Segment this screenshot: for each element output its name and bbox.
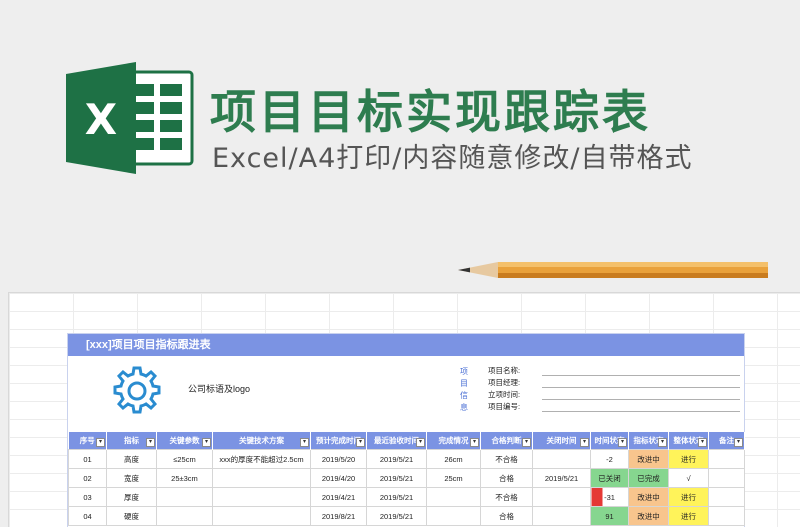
- filter-dropdown-icon: ▾: [146, 438, 155, 447]
- col-header[interactable]: 合格判断 ▾: [480, 432, 533, 450]
- table-row: 02 宽度 25±3cm 2019/4/20 2019/5/21 25cm 合格…: [68, 468, 745, 488]
- filter-dropdown-icon: ▾: [522, 438, 531, 447]
- col-header[interactable]: 序号 ▾: [68, 432, 107, 450]
- info-project-manager: 项目经理:: [488, 376, 740, 388]
- gear-icon: [113, 366, 161, 414]
- pencil-icon: [458, 262, 768, 278]
- col-header[interactable]: 关键技术方案 ▾: [212, 432, 311, 450]
- info-project-name: 项目名称:: [488, 364, 740, 376]
- page-subtitle: Excel/A4打印/内容随意修改/自带格式: [212, 143, 693, 174]
- tracking-table-card: [xxx]项目项目指标跟进表 公司标语及logo 项 目 信 息 项目名称: 项…: [67, 333, 745, 527]
- filter-dropdown-icon: ▾: [698, 438, 707, 447]
- page-title: 项目目标实现跟踪表: [210, 85, 651, 139]
- tracking-table: 序号 ▾ 指标 ▾ 关键参数 ▾ 关键技术方案 ▾ 预计完成时间 ▾ 最近验收时间 ▾ 完成…: [68, 432, 745, 526]
- col-header[interactable]: 完成情况 ▾: [426, 432, 481, 450]
- filter-dropdown-icon: ▾: [416, 438, 425, 447]
- filter-dropdown-icon: ▾: [96, 438, 105, 447]
- table-row: 01 高度 ≤25cm xxx的厚度不能超过2.5cm 2019/5/20 20…: [68, 449, 745, 469]
- col-header[interactable]: 时间状态 ▾: [590, 432, 629, 450]
- filter-dropdown-icon: ▾: [618, 438, 627, 447]
- filter-dropdown-icon: ▾: [734, 438, 743, 447]
- col-header[interactable]: 关闭时间 ▾: [532, 432, 591, 450]
- col-header[interactable]: 指标 ▾: [106, 432, 157, 450]
- excel-logo-icon: X: [66, 62, 194, 174]
- filter-dropdown-icon: ▾: [658, 438, 667, 447]
- table-row: 04 硬度 2019/8/21 2019/5/21 合格 91 改进中 进行: [68, 506, 745, 526]
- col-header[interactable]: 指标状态 ▾: [628, 432, 669, 450]
- col-header[interactable]: 备注 ▾: [708, 432, 745, 450]
- filter-dropdown-icon: ▾: [202, 438, 211, 447]
- col-header[interactable]: 最近验收时间 ▾: [366, 432, 427, 450]
- logo-letter: X: [85, 95, 117, 144]
- col-header[interactable]: 整体状态 ▾: [668, 432, 709, 450]
- col-header[interactable]: 关键参数 ▾: [156, 432, 213, 450]
- info-project-number: 项目编号:: [488, 400, 740, 412]
- table-row: 03 厚度 2019/4/21 2019/5/21 不合格 -31 改进中 进行: [68, 487, 745, 507]
- brand-text: 公司标语及logo: [188, 384, 251, 394]
- filter-dropdown-icon: ▾: [470, 438, 479, 447]
- table-header-row: 序号 ▾ 指标 ▾ 关键参数 ▾ 关键技术方案 ▾ 预计完成时间 ▾ 最近验收时间 ▾ 完成…: [68, 432, 745, 450]
- table-header-title: [xxx]项目项目指标跟进表: [68, 334, 744, 356]
- col-header[interactable]: 预计完成时间 ▾: [310, 432, 367, 450]
- filter-dropdown-icon: ▾: [580, 438, 589, 447]
- info-start-date: 立项时间:: [488, 388, 740, 400]
- filter-dropdown-icon: ▾: [300, 438, 309, 447]
- project-info-label: 项 目 信 息: [460, 367, 468, 412]
- filter-dropdown-icon: ▾: [356, 438, 365, 447]
- spreadsheet-preview: [xxx]项目项目指标跟进表 公司标语及logo 项 目 信 息 项目名称: 项…: [8, 292, 800, 527]
- project-info-fields: 项目名称: 项目经理: 立项时间: 项目编号:: [488, 364, 740, 412]
